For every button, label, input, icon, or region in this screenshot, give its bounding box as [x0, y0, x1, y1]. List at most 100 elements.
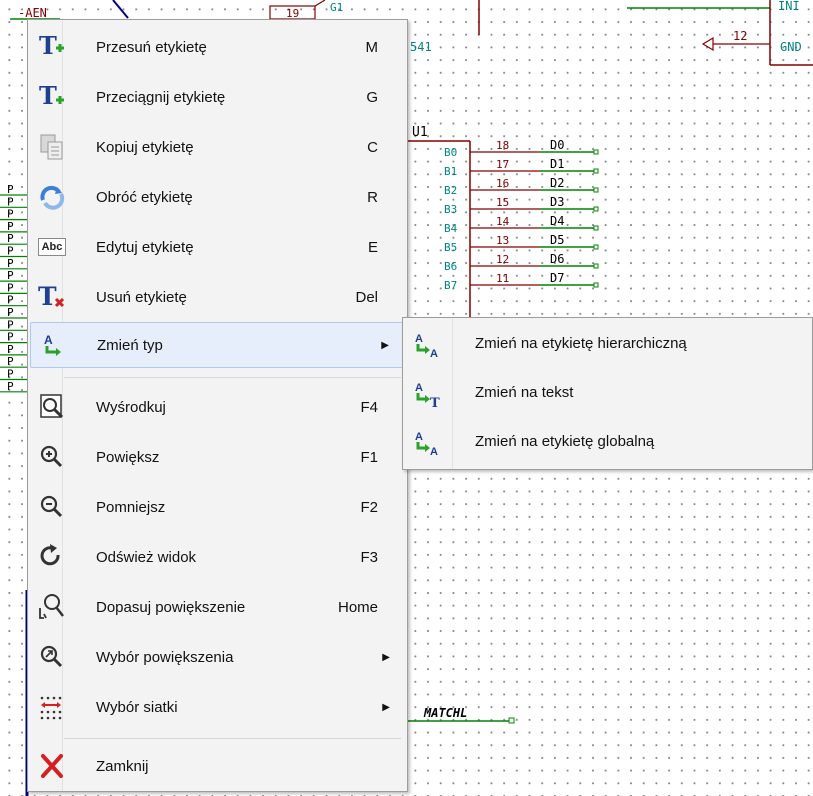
submenu-item-hierarchical[interactable]: AA Zmień na etykietę hierarchiczną [405, 322, 810, 368]
menu-item-drag-label[interactable]: T Przeciągnij etykietę G [30, 74, 405, 120]
change-type-submenu: AA Zmień na etykietę hierarchiczną AT Zm… [402, 317, 813, 470]
menu-item-change-type[interactable]: A Zmień typ ▶ [30, 322, 405, 368]
menu-item-edit-label[interactable]: Abc Edytuj etykietę E [30, 224, 405, 270]
submenu-item-label: Zmień na etykietę globalną [475, 433, 655, 450]
pin-name: B7 [444, 279, 457, 292]
left-net-label: P [7, 380, 14, 393]
menu-item-label: Przeciągnij etykietę [96, 88, 226, 106]
menu-item-close[interactable]: Zamknij [30, 743, 405, 789]
pin-number: 11 [496, 272, 509, 285]
menu-item-label: Przesuń etykietę [96, 38, 207, 56]
svg-text:T: T [430, 396, 440, 409]
submenu-item-global[interactable]: AA Zmień na etykietę globalną [405, 420, 810, 466]
wire-end-marker [593, 168, 599, 174]
wire-end-marker [593, 149, 599, 155]
wire-end-marker [593, 225, 599, 231]
rotate-label-icon [37, 182, 67, 212]
menu-item-label: Obróć etykietę [96, 188, 193, 206]
submenu-item-text[interactable]: AT Zmień na tekst [405, 371, 810, 417]
net-label: D2 [550, 176, 564, 190]
pin-name: B2 [444, 184, 457, 197]
left-net-label: P [7, 306, 14, 319]
menu-item-label: Usuń etykietę [96, 288, 187, 306]
zoom-fit-icon [37, 592, 67, 622]
drag-label-icon: T [37, 82, 67, 112]
menu-item-zoom-out[interactable]: Pomniejsz F2 [30, 484, 405, 530]
menu-item-grid-select[interactable]: Wybór siatki ▶ [30, 684, 405, 730]
close-icon [37, 751, 67, 781]
menu-item-zoom-fit[interactable]: Dopasuj powiększenie Home [30, 584, 405, 630]
left-net-label: P [7, 220, 14, 233]
gnd-label: GND [780, 40, 802, 54]
left-net-label: P [7, 183, 14, 196]
matchl-label: MATCHL [423, 706, 467, 720]
pin-name: B3 [444, 203, 457, 216]
menu-separator [64, 377, 401, 378]
menu-item-label: Wybór powiększenia [96, 648, 234, 666]
pin-number: 17 [496, 158, 509, 171]
menu-item-label: Powiększ [96, 448, 160, 466]
svg-text:T: T [39, 32, 57, 60]
left-net-label: P [7, 294, 14, 307]
menu-item-delete-label[interactable]: T Usuń etykietę Del [30, 274, 405, 320]
text-icon: AT [411, 379, 441, 409]
menu-item-move-label[interactable]: T Przesuń etykietę M [30, 24, 405, 70]
menu-item-label: Zamknij [96, 757, 149, 775]
left-net-label: P [7, 318, 14, 331]
top-right-partial: INI [778, 0, 800, 13]
net-label: D7 [550, 271, 564, 285]
global-label-icon: AA [411, 428, 441, 458]
top-partial-g1: G1 [330, 1, 343, 14]
ref-u1: U1 [412, 125, 428, 140]
left-net-label: P [7, 257, 14, 270]
net-label: D5 [550, 233, 564, 247]
context-menu: T Przesuń etykietę M T Przeciągnij etyki… [27, 19, 408, 792]
grid-select-icon [37, 692, 67, 722]
move-label-icon: T [37, 32, 67, 62]
menu-item-label: Pomniejsz [96, 498, 166, 516]
pin-number: 12 [496, 253, 509, 266]
menu-item-shortcut: F3 [360, 548, 378, 566]
net-label: D0 [550, 138, 564, 152]
submenu-item-label: Zmień na tekst [475, 384, 574, 401]
pin-name: B5 [444, 241, 457, 254]
refresh-icon [37, 542, 67, 572]
menu-item-rotate-label[interactable]: Obróć etykietę R [30, 174, 405, 220]
menu-item-label: Kopiuj etykietę [96, 138, 194, 156]
menu-item-center[interactable]: Wyśrodkuj F4 [30, 384, 405, 430]
menu-item-shortcut: G [366, 88, 378, 106]
menu-item-label: Edytuj etykietę [96, 238, 194, 256]
menu-item-refresh[interactable]: Odśwież widok F3 [30, 534, 405, 580]
pin-name: B1 [444, 165, 457, 178]
menu-item-label: Zmień typ [97, 336, 163, 354]
menu-item-label: Wybór siatki [96, 698, 178, 716]
menu-item-shortcut: Home [337, 598, 378, 616]
submenu-item-label: Zmień na etykietę hierarchiczną [475, 335, 687, 352]
menu-item-copy-label[interactable]: Kopiuj etykietę C [30, 124, 405, 170]
top-partial-label: -AEN [18, 6, 47, 20]
menu-item-shortcut: C [367, 138, 378, 156]
menu-item-label: Dopasuj powiększenie [96, 598, 246, 616]
menu-item-zoom-select[interactable]: Wybór powiększenia ▶ [30, 634, 405, 680]
delete-label-icon: T [37, 282, 67, 312]
menu-item-shortcut: R [367, 188, 378, 206]
pin-name: B0 [444, 146, 457, 159]
menu-item-label: Odśwież widok [96, 548, 197, 566]
wire-end-marker [593, 263, 599, 269]
menu-separator [64, 738, 401, 739]
pin-number: 15 [496, 196, 509, 209]
menu-item-shortcut: M [365, 38, 379, 56]
net-label: D3 [550, 195, 564, 209]
net-label: D4 [550, 214, 564, 228]
abc-icon-text: Abc [37, 238, 67, 256]
menu-item-shortcut: E [367, 238, 378, 256]
svg-text:A: A [415, 333, 423, 345]
ref-541: 541 [410, 40, 432, 54]
left-net-label: P [7, 331, 14, 344]
wire-end-marker [593, 187, 599, 193]
copy-label-icon [37, 132, 67, 162]
menu-item-zoom-in[interactable]: Powiększ F1 [30, 434, 405, 480]
pin-number: 18 [496, 139, 509, 152]
zoom-select-icon [37, 642, 67, 672]
wire-end-marker [593, 206, 599, 212]
